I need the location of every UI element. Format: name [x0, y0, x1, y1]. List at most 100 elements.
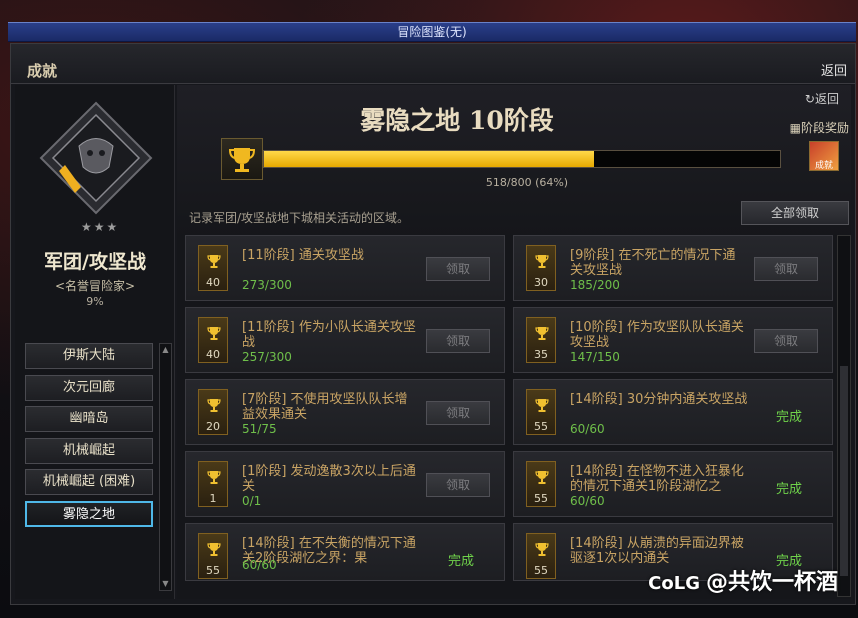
- points-badge: 20: [198, 389, 228, 435]
- points-badge: 35: [526, 317, 556, 363]
- achievement-progress: 60/60: [570, 494, 605, 508]
- completed-label: 完成: [775, 410, 802, 425]
- achievement-card: 30 [9阶段] 在不死亡的情况下通关攻坚战 185/200 领取: [513, 235, 833, 301]
- achievement-scrollbar[interactable]: [837, 235, 851, 597]
- points-value: 55: [206, 564, 220, 577]
- window-titlebar: 冒险图鉴(无): [8, 22, 856, 42]
- points-value: 40: [206, 348, 220, 361]
- points-badge: 40: [198, 245, 228, 291]
- points-badge: 1: [198, 461, 228, 507]
- points-value: 1: [209, 492, 217, 505]
- trophy-icon: [535, 543, 549, 556]
- points-value: 55: [534, 420, 548, 433]
- region-scrollbar[interactable]: ▲ ▼: [159, 343, 172, 591]
- watermark: CoLG @共饮一杯酒: [648, 564, 838, 596]
- achievement-name: [10阶段] 作为攻坚队队长通关攻坚战: [570, 320, 744, 350]
- scrollbar-thumb[interactable]: [840, 366, 848, 576]
- trophy-icon: [535, 471, 549, 484]
- claim-button[interactable]: 领取: [426, 329, 490, 353]
- achievement-progress: 60/60: [570, 422, 605, 436]
- reward-item-icon[interactable]: 成就: [809, 141, 839, 171]
- return-icon: ↻: [804, 92, 815, 106]
- claim-button[interactable]: 领取: [426, 257, 490, 281]
- achievement-name: [14阶段] 30分钟内通关攻坚战: [570, 392, 748, 407]
- claim-all-button[interactable]: 全部领取: [741, 201, 849, 225]
- achievement-card: 40 [11阶段] 通关攻坚战 273/300 领取: [185, 235, 505, 301]
- stage-progress-bar: [263, 150, 781, 168]
- points-value: 35: [534, 348, 548, 361]
- achievement-card: 55 [14阶段] 在不失衡的情况下通关2阶段湖忆之界：果 60/60 完成: [185, 523, 505, 581]
- category-subtitle: <名誉冒险家>: [54, 279, 136, 293]
- achievement-name: [7阶段] 不使用攻坚队队长增益效果通关: [242, 392, 408, 422]
- stage-progress-fill: [264, 151, 595, 167]
- points-badge: 55: [526, 389, 556, 435]
- trophy-icon: [207, 471, 221, 484]
- trophy-icon: [207, 543, 221, 556]
- achievement-name: [9阶段] 在不死亡的情况下通关攻坚战: [570, 248, 736, 278]
- achievement-card: 20 [7阶段] 不使用攻坚队队长增益效果通关 51/75 领取: [185, 379, 505, 445]
- achievement-progress: 185/200: [570, 278, 620, 292]
- scroll-up-icon[interactable]: ▲: [160, 344, 171, 356]
- achievement-card: 40 [11阶段] 作为小队长通关攻坚战 257/300 领取: [185, 307, 505, 373]
- claim-button[interactable]: 领取: [426, 473, 490, 497]
- scroll-down-icon[interactable]: ▼: [160, 578, 171, 590]
- trophy-icon: [535, 255, 549, 268]
- points-value: 40: [206, 276, 220, 289]
- points-badge: 55: [198, 533, 228, 579]
- region-item[interactable]: 次元回廊: [25, 374, 153, 401]
- achievement-card: 35 [10阶段] 作为攻坚队队长通关攻坚战 147/150 领取: [513, 307, 833, 373]
- header-title: 成就: [27, 62, 58, 80]
- region-item-active[interactable]: 雾隐之地: [25, 500, 153, 527]
- region-item[interactable]: 伊斯大陆: [25, 343, 153, 369]
- claim-button[interactable]: 领取: [754, 329, 818, 353]
- claim-button[interactable]: 领取: [754, 257, 818, 281]
- watermark-text: @共饮一杯酒: [705, 570, 838, 595]
- points-badge: 30: [526, 245, 556, 291]
- stage-trophy-badge: [221, 138, 263, 180]
- trophy-icon: [207, 255, 221, 268]
- achievement-card: 1 [1阶段] 发动逸散3次以上后通关 0/1 领取: [185, 451, 505, 517]
- achievement-progress: 60/60: [242, 558, 277, 572]
- trophy-icon: [228, 148, 256, 172]
- achievement-name: [11阶段] 作为小队长通关攻坚战: [242, 320, 416, 350]
- region-item[interactable]: 机械崛起: [25, 437, 153, 464]
- points-badge: 40: [198, 317, 228, 363]
- stage-back-button[interactable]: ↻返回: [805, 90, 839, 107]
- trophy-icon: [535, 399, 549, 412]
- achievement-progress: 273/300: [242, 278, 292, 292]
- header-back-button[interactable]: 返回: [821, 60, 847, 79]
- region-item[interactable]: 幽暗岛: [25, 406, 153, 432]
- region-item[interactable]: 机械崛起 (困难): [25, 469, 153, 495]
- stage-progress-text: 518/800 (64%): [485, 176, 569, 189]
- region-list: 伊斯大陆 次元回廊 幽暗岛 机械崛起 机械崛起 (困难) 雾隐之地: [25, 343, 155, 591]
- points-value: 55: [534, 492, 548, 505]
- trophy-icon: [535, 327, 549, 340]
- points-value: 20: [206, 420, 220, 433]
- adventure-guide-window: 成就 返回 ★★★ 军团/攻坚战 <名誉冒险家> 9% 伊斯大陆 次元回廊 幽暗…: [10, 43, 856, 605]
- achievement-progress: 51/75: [242, 422, 277, 436]
- category-title: 军团/攻坚战: [44, 251, 146, 273]
- points-value: 55: [534, 564, 548, 577]
- achievement-card: 55 [14阶段] 30分钟内通关攻坚战 60/60 完成: [513, 379, 833, 445]
- stage-panel: 雾隐之地 10阶段 ↻返回 ▦阶段奖励 成就 518/800 (64%) 记录军…: [177, 85, 851, 599]
- achievement-name: [14阶段] 在怪物不进入狂暴化的情况下通关1阶段湖忆之: [570, 464, 744, 494]
- achievement-header: 成就 返回: [11, 44, 855, 84]
- points-value: 30: [534, 276, 548, 289]
- raid-emblem-icon: [39, 101, 153, 215]
- achievement-progress: 257/300: [242, 350, 292, 364]
- rank-stars: ★★★: [81, 220, 120, 234]
- stage-back-label: 返回: [814, 92, 839, 106]
- trophy-icon: [207, 399, 221, 412]
- achievement-progress: 147/150: [570, 350, 620, 364]
- category-progress: 9%: [86, 295, 104, 308]
- left-panel: ★★★ 军团/攻坚战 <名誉冒险家> 9% 伊斯大陆 次元回廊 幽暗岛 机械崛起…: [15, 85, 175, 599]
- achievement-name: [11阶段] 通关攻坚战: [242, 248, 364, 263]
- trophy-icon: [207, 327, 221, 340]
- achievement-name: [1阶段] 发动逸散3次以上后通关: [242, 464, 416, 494]
- achievement-progress: 0/1: [242, 494, 262, 508]
- grid-icon: ▦: [789, 121, 801, 135]
- stage-title: 雾隐之地 10阶段: [360, 106, 554, 135]
- stage-reward-button[interactable]: ▦阶段奖励: [790, 119, 849, 136]
- claim-button[interactable]: 领取: [426, 401, 490, 425]
- completed-label: 完成: [775, 482, 802, 497]
